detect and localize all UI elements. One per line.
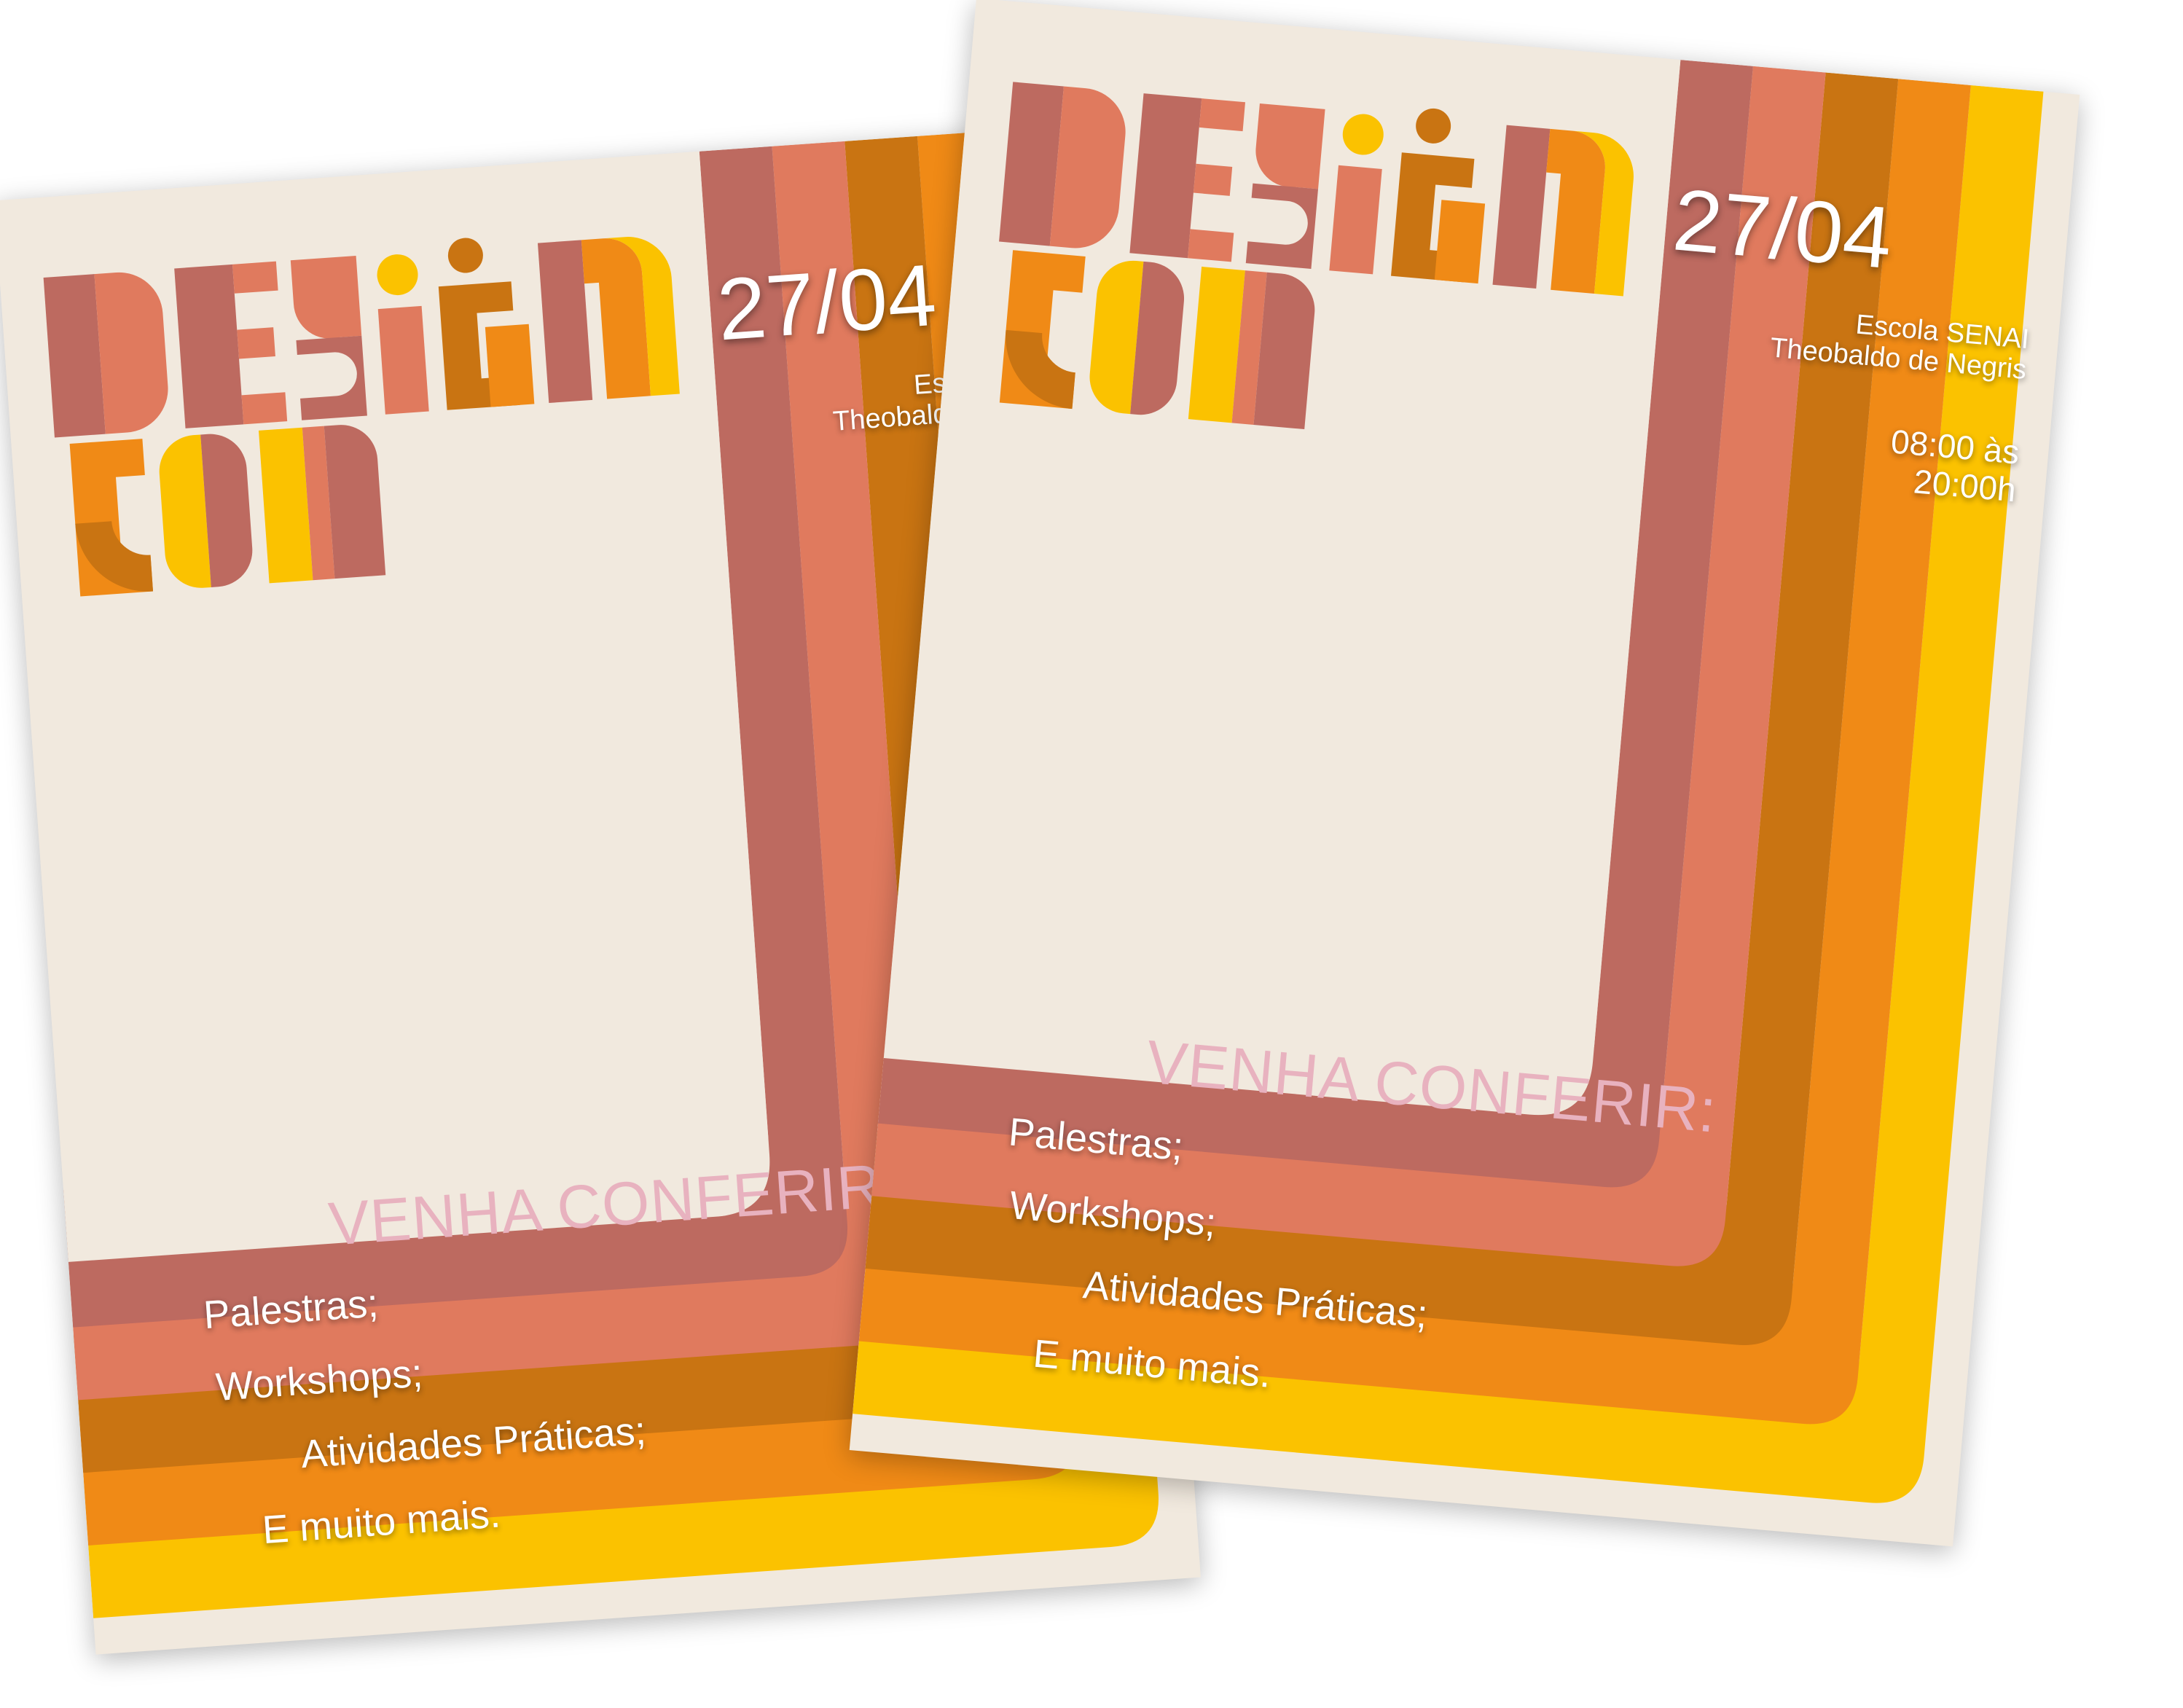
flyer-front: 27/04 Escola SENAI Theobaldo de Negris 0… <box>849 0 2080 1547</box>
event-date: 27/04 <box>714 246 940 359</box>
